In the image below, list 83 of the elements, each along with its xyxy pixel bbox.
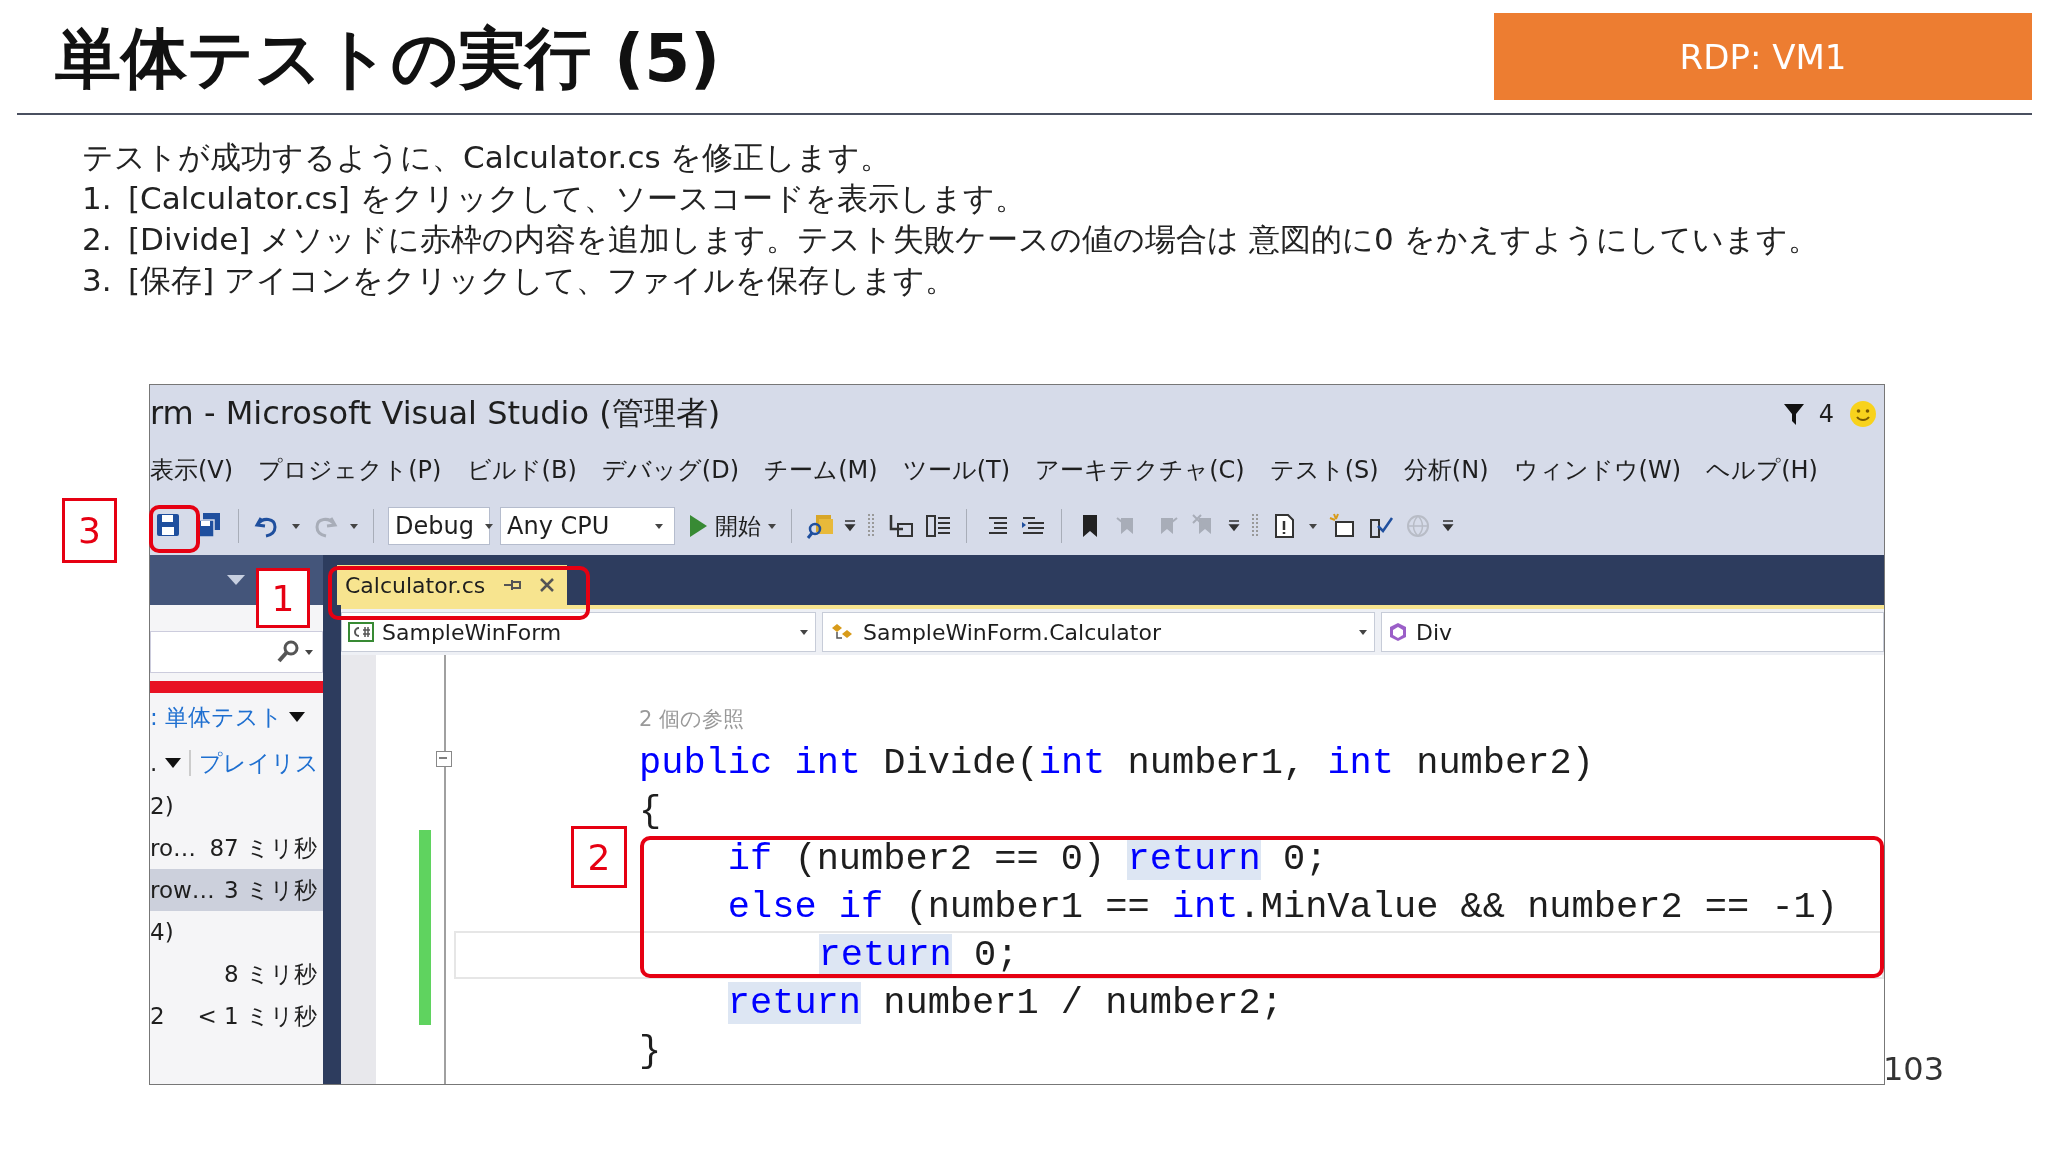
search-icon[interactable] xyxy=(276,639,300,665)
step-number: 2. xyxy=(82,220,113,259)
method-icon[interactable] xyxy=(1388,622,1408,642)
test-duration: < 1 ミリ秒 xyxy=(197,1001,317,1031)
close-icon[interactable] xyxy=(539,577,556,593)
caret-icon[interactable] xyxy=(291,522,301,530)
overflow-icon[interactable] xyxy=(1228,520,1240,532)
notification-count[interactable]: 4 xyxy=(1818,400,1834,428)
menu-item[interactable]: デバッグ(D) xyxy=(601,454,740,486)
test-result-row[interactable]: row… 3 ミリ秒 xyxy=(150,869,323,911)
pin-icon[interactable] xyxy=(503,578,522,592)
overflow-icon[interactable] xyxy=(844,520,856,532)
caret-icon[interactable] xyxy=(799,628,809,636)
test-result-row[interactable]: 4) xyxy=(150,911,323,953)
csharp-file-icon[interactable] xyxy=(348,622,374,642)
file-tab[interactable]: Calculator.cs xyxy=(337,565,568,605)
search-field[interactable] xyxy=(150,631,323,673)
dropdown-caret-icon[interactable] xyxy=(165,758,182,768)
playlist-link[interactable]: プレイリス xyxy=(199,747,320,779)
code-line: return number1 / number2; xyxy=(727,982,1283,1024)
menu-item[interactable]: ヘルプ(H) xyxy=(1706,454,1818,486)
menu-item[interactable]: ツール(T) xyxy=(902,454,1011,486)
step-callout: 1 xyxy=(256,568,310,628)
menu-item[interactable]: 分析(N) xyxy=(1403,454,1489,486)
slide-title: 単体テストの実行 (5) xyxy=(55,19,721,99)
class-dropdown[interactable]: SampleWinForm.Calculator xyxy=(822,612,1375,652)
find-in-files-icon[interactable] xyxy=(806,512,834,540)
test-duration: 87 ミリ秒 xyxy=(209,833,317,863)
project-dropdown[interactable]: SampleWinForm xyxy=(341,612,816,652)
step-number: 1. xyxy=(82,179,113,218)
menu-item[interactable]: ウィンドウ(W) xyxy=(1513,454,1682,486)
filter-icon[interactable] xyxy=(1782,402,1805,426)
menu-item[interactable]: 表示(V) xyxy=(150,454,234,486)
step-over-icon[interactable] xyxy=(924,512,952,540)
caret-icon[interactable] xyxy=(1308,522,1318,530)
test-name: 4) xyxy=(150,919,174,945)
caret-icon[interactable] xyxy=(767,522,777,530)
platform-dropdown[interactable]: Any CPU xyxy=(500,507,675,545)
overflow-icon[interactable] xyxy=(1442,520,1454,532)
test-result-row[interactable]: 8 ミリ秒 xyxy=(150,953,323,995)
dropdown-caret-icon[interactable] xyxy=(289,712,306,722)
caret-icon[interactable] xyxy=(1358,628,1368,636)
test-result-row[interactable]: 2 < 1 ミリ秒 xyxy=(150,995,323,1037)
menu-item[interactable]: ビルド(B) xyxy=(466,454,577,486)
rdp-badge: RDP: VM1 xyxy=(1494,13,2032,100)
test-result-row[interactable]: 2) xyxy=(150,785,323,827)
menu-item[interactable]: チーム(M) xyxy=(764,454,878,486)
new-item-icon[interactable] xyxy=(1328,512,1356,540)
intro-text: テストが成功するように、Calculator.cs を修正します。 xyxy=(82,139,892,175)
step-number: 3. xyxy=(82,261,113,300)
group-label[interactable]: . xyxy=(150,750,158,776)
caret-icon[interactable] xyxy=(483,522,494,530)
configuration-dropdown[interactable]: Debug xyxy=(388,507,490,545)
start-button[interactable]: 開始 xyxy=(685,510,777,542)
smiley-icon[interactable] xyxy=(1848,399,1878,429)
step-text: [保存] アイコンをクリックして、ファイルを保存します。 xyxy=(128,261,957,300)
page-number: 103 xyxy=(1883,1053,1945,1085)
step-text: [Calculator.cs] をクリックして、ソースコードを表示します。 xyxy=(128,179,1026,218)
code-line: { xyxy=(639,790,662,832)
caret-icon[interactable] xyxy=(654,522,664,530)
code-line: if (number2 == 0) return 0; xyxy=(727,838,1328,880)
test-name: row… xyxy=(150,877,215,903)
menu-item[interactable]: テスト(S) xyxy=(1269,454,1379,486)
window-title: rm - Microsoft Visual Studio (管理者) xyxy=(150,393,721,434)
test-duration: 8 ミリ秒 xyxy=(224,959,317,989)
caret-icon[interactable] xyxy=(349,522,359,530)
step-callout: 3 xyxy=(62,498,117,563)
filter-label[interactable]: : 単体テスト xyxy=(150,701,284,733)
highlight-frame xyxy=(149,505,200,553)
code-line: else if (number1 == int.MinValue && number2 == -1) xyxy=(727,886,1838,928)
menu-item[interactable]: アーキテクチャ(C) xyxy=(1035,454,1245,486)
test-name: 2) xyxy=(150,793,174,819)
caret-icon[interactable] xyxy=(304,648,314,656)
code-line: } xyxy=(639,1030,662,1072)
test-duration: 3 ミリ秒 xyxy=(224,875,317,905)
step-text: [Divide] メソッドに赤枠の内容を追加します。テスト失敗ケースの値の場合は 意図的に0 をかえすようにしています。 xyxy=(128,220,1819,259)
step-callout: 2 xyxy=(571,826,627,888)
code-line: public int Divide(int number1, int number2) xyxy=(639,742,1594,784)
member-dropdown[interactable]: Div xyxy=(1381,612,1884,652)
test-result-row[interactable]: ro… 87 ミリ秒 xyxy=(150,827,323,869)
test-name: ro… xyxy=(150,835,197,861)
test-name: 2 xyxy=(150,1003,165,1029)
menu-item[interactable]: プロジェクト(P) xyxy=(258,454,442,486)
